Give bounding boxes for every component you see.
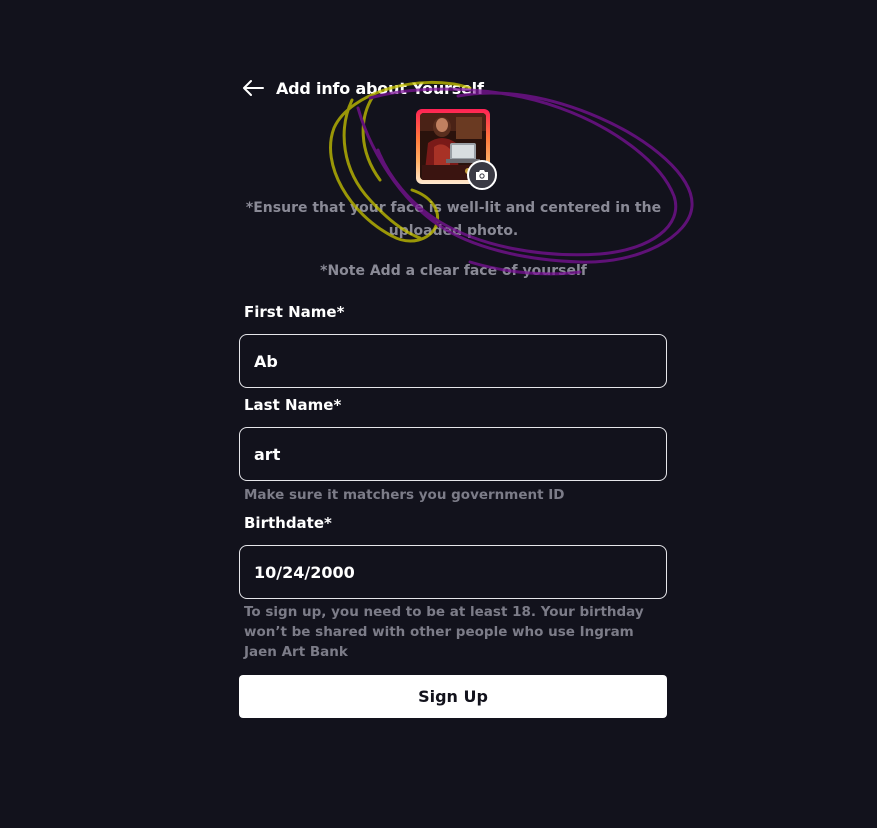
first-name-label: First Name* [244, 303, 345, 321]
sign-up-button[interactable]: Sign Up [239, 675, 667, 718]
camera-icon [476, 170, 488, 180]
clear-face-note: *Note Add a clear face of yourself [320, 263, 587, 279]
last-name-help-text: Make sure it matchers you government ID [244, 487, 565, 503]
change-photo-button[interactable] [467, 160, 497, 190]
birthdate-input[interactable] [239, 545, 667, 599]
first-name-input[interactable] [239, 334, 667, 388]
purple-scribble [356, 87, 694, 276]
birthdate-help-text: To sign up, you need to be at least 18. … [244, 604, 644, 660]
signup-profile-page: Add info about Yourself *Ensure that you… [0, 0, 877, 828]
profile-photo-uploader [416, 109, 497, 190]
photo-guideline-text: *Ensure that your face is well-lit and c… [245, 200, 662, 239]
last-name-label: Last Name* [244, 396, 342, 414]
last-name-input[interactable] [239, 427, 667, 481]
arrow-left-icon [243, 80, 264, 96]
birthdate-label: Birthdate* [244, 514, 332, 532]
page-header: Add info about Yourself [240, 74, 484, 102]
back-button[interactable] [240, 75, 266, 101]
page-title: Add info about Yourself [276, 78, 484, 98]
